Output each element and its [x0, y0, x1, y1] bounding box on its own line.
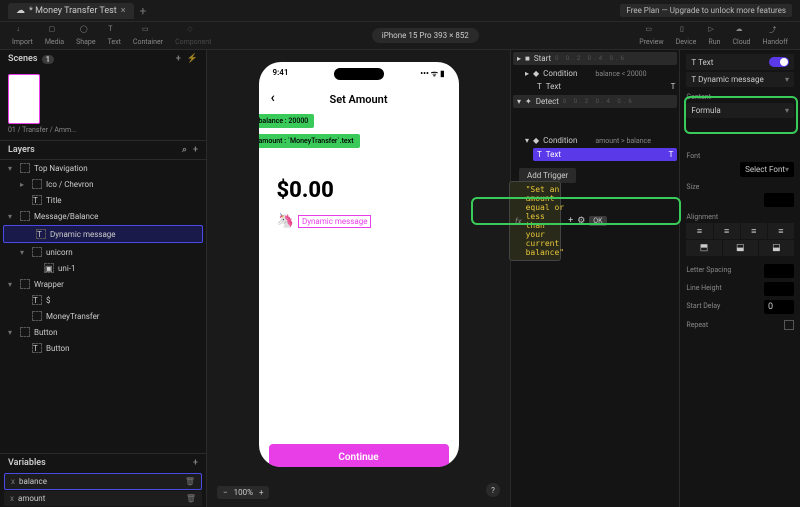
status-icons: ••• ᯤ ▮	[420, 68, 444, 79]
shape-tool[interactable]: ◯Shape	[72, 23, 99, 48]
content-type-selector[interactable]: Formula▾	[686, 103, 794, 118]
size-input[interactable]	[764, 193, 794, 207]
unicorn-icon: 🦄	[277, 213, 294, 229]
flash-icon[interactable]: ⚡	[187, 54, 198, 64]
variables-header: Variables +	[0, 454, 206, 472]
repeat-checkbox[interactable]	[784, 320, 794, 330]
formula-settings-button[interactable]: ⚙	[577, 216, 585, 226]
layer-selector[interactable]: T Dynamic message▾	[686, 72, 794, 87]
layer-row[interactable]: ▾Message/Balance	[0, 208, 206, 224]
align-bottom-button[interactable]: ⬓	[759, 240, 794, 256]
align-top-button[interactable]: ⬒	[686, 240, 721, 256]
amount-display: $0.00	[277, 178, 459, 203]
zoom-control[interactable]: − 100% +	[217, 486, 269, 499]
import-tool[interactable]: ↓Import	[8, 23, 37, 48]
layer-row[interactable]: ▾unicorn	[0, 244, 206, 260]
formula-text[interactable]: "Set an amount equal or less than your c…	[526, 185, 565, 257]
phone-preview: 9:41 ••• ᯤ ▮ ‹ Set Amount balance : 2000…	[259, 62, 459, 467]
alignment-label: Alignment	[686, 213, 794, 221]
layer-row[interactable]: T$	[0, 292, 206, 308]
cloud-tool[interactable]: ☁Cloud	[728, 23, 754, 48]
preview-tool[interactable]: ▭Preview	[635, 23, 667, 48]
document-tab[interactable]: ☁ * Money Transfer Test ×	[8, 3, 134, 19]
scenes-header: Scenes1 +⚡	[0, 50, 206, 68]
run-tool[interactable]: ▷Run	[704, 23, 724, 48]
timeline-condition[interactable]: ▾◆Condition amount > balance	[521, 134, 679, 147]
debug-balance-box: balance : 20000	[259, 114, 315, 128]
line-height-input[interactable]	[764, 282, 794, 296]
formula-editor[interactable]: fx "Set an amount equal or less than you…	[509, 181, 561, 261]
formula-icon: fx	[515, 217, 522, 226]
status-time: 9:41	[273, 68, 289, 79]
continue-button[interactable]: Continue	[269, 444, 449, 467]
layer-row[interactable]: ▣uni-1	[0, 260, 206, 276]
timeline-start-trigger[interactable]: ▸■Start 0 0.2 0.4 0.6	[513, 52, 677, 65]
layer-row[interactable]: MoneyTransfer	[0, 308, 206, 324]
content-label: Content	[686, 93, 794, 101]
variable-row[interactable]: xbalance🗑	[4, 473, 202, 490]
layer-row[interactable]: ▾Wrapper	[0, 276, 206, 292]
scene-thumbnail[interactable]	[8, 74, 40, 124]
layer-row[interactable]: TButton	[0, 340, 206, 356]
container-tool[interactable]: ▭Container	[129, 23, 167, 48]
help-button[interactable]: ?	[486, 483, 500, 497]
add-variable-button[interactable]: +	[193, 458, 198, 468]
text-tool[interactable]: TText	[104, 23, 125, 48]
upgrade-banner[interactable]: Free Plan — Upgrade to unlock more featu…	[620, 4, 792, 17]
zoom-in-button[interactable]: +	[259, 488, 264, 497]
font-label: Font	[686, 152, 794, 160]
notch	[334, 68, 384, 80]
timeline-text-response-selected[interactable]: TText T	[533, 148, 677, 161]
toggle-switch[interactable]	[769, 57, 789, 67]
delete-icon[interactable]: 🗑	[186, 494, 196, 503]
component-tool[interactable]: ◇Component	[171, 23, 215, 48]
align-left-button[interactable]: ≡	[686, 223, 712, 239]
device-selector[interactable]: iPhone 15 Pro 393 × 852	[372, 28, 479, 43]
layer-row[interactable]: TDynamic message	[3, 225, 203, 243]
dynamic-message-layer[interactable]: Dynamic message	[298, 215, 372, 228]
start-delay-input[interactable]: 0	[764, 300, 794, 314]
layer-row[interactable]: TTitle	[0, 192, 206, 208]
add-tab-button[interactable]: +	[140, 4, 147, 18]
layer-row[interactable]: ▾Button	[0, 324, 206, 340]
zoom-out-button[interactable]: −	[223, 488, 228, 497]
device-preview-tool[interactable]: ▯Device	[672, 23, 701, 48]
delete-icon[interactable]: 🗑	[185, 477, 195, 486]
variable-row[interactable]: xamount🗑	[4, 491, 202, 506]
timeline-detect-trigger[interactable]: ▾✦Detect 0 0.2 0.4 0.6	[513, 95, 677, 108]
layers-header: Layers ⌕+	[0, 140, 206, 159]
close-icon[interactable]: ×	[121, 6, 126, 16]
screen-title: Set Amount	[259, 93, 459, 106]
handoff-tool[interactable]: ⤴Handoff	[759, 23, 792, 48]
debug-amount-box: amount : `MoneyTransfer`.text	[259, 134, 360, 148]
formula-ok-button[interactable]: OK	[589, 216, 606, 226]
text-response-toggle[interactable]: T Text	[686, 54, 794, 70]
repeat-label: Repeat	[686, 320, 794, 330]
align-justify-button[interactable]: ≡	[768, 223, 794, 239]
timeline-condition[interactable]: ▸◆Condition balance < 20000	[521, 67, 679, 80]
layer-row[interactable]: ▸Ico / Chevron	[0, 176, 206, 192]
add-scene-button[interactable]: +	[176, 54, 181, 64]
media-tool[interactable]: ▢Media	[41, 23, 68, 48]
size-label: Size	[686, 183, 794, 191]
font-selector[interactable]: Select Font▾	[740, 162, 794, 177]
search-icon[interactable]: ⌕	[182, 145, 187, 155]
letter-spacing-input[interactable]	[764, 264, 794, 278]
zoom-level: 100%	[234, 488, 253, 497]
layer-row[interactable]: ▾Top Navigation	[0, 160, 206, 176]
cloud-icon: ☁	[16, 6, 25, 16]
scene-label: 01 / Transfer / Amm...	[0, 126, 206, 140]
align-center-button[interactable]: ≡	[714, 223, 740, 239]
tab-title: * Money Transfer Test	[29, 6, 117, 16]
align-right-button[interactable]: ≡	[741, 223, 767, 239]
add-layer-button[interactable]: +	[193, 145, 198, 155]
back-chevron-icon[interactable]: ‹	[271, 90, 275, 106]
timeline-text-response[interactable]: TText T	[533, 80, 679, 93]
align-middle-button[interactable]: ⬓	[723, 240, 758, 256]
formula-add-button[interactable]: +	[568, 216, 573, 226]
